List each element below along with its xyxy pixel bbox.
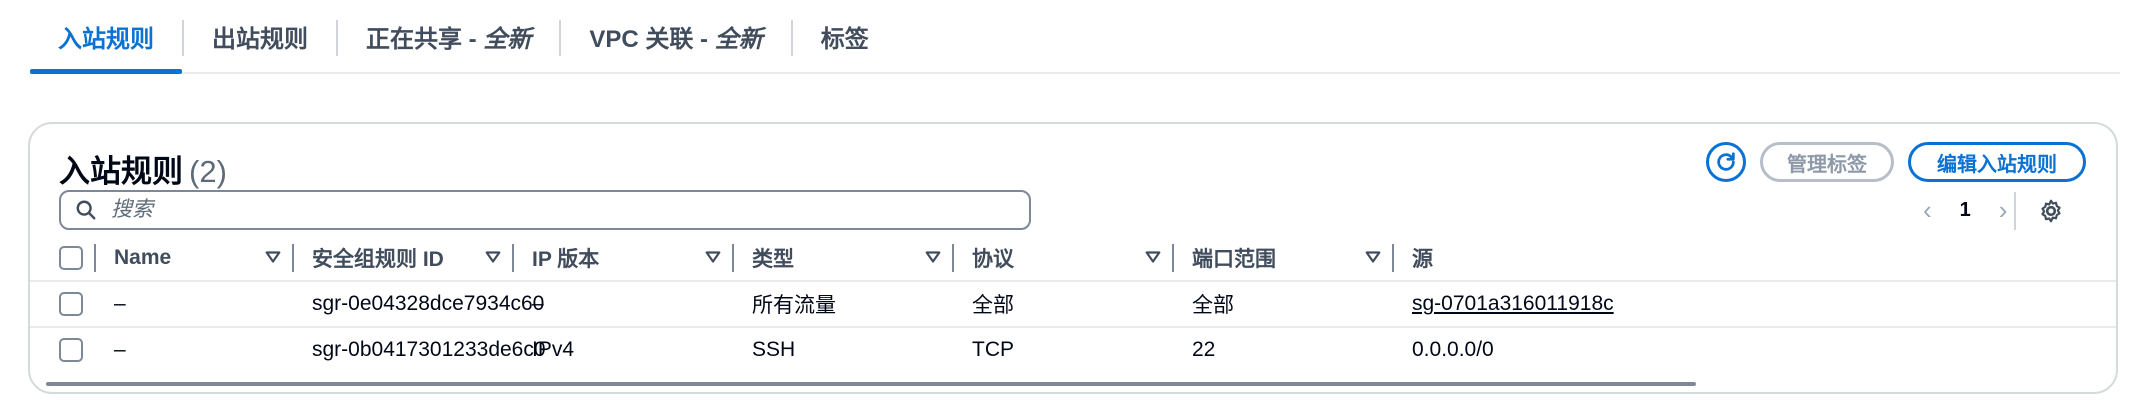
- tab-new-badge: 全新: [714, 25, 763, 53]
- rules-table: Name 安全组规则 ID IP 版本 类型 协议 端口范围 源 – sgr-0…: [30, 236, 2116, 372]
- cell-protocol: 全部: [972, 294, 1014, 317]
- tab-label: 标签: [820, 25, 869, 53]
- next-page-icon[interactable]: ›: [1999, 195, 2008, 226]
- horizontal-scrollbar[interactable]: [46, 382, 1696, 386]
- rule-count: (2): [189, 154, 227, 189]
- edit-inbound-rules-button[interactable]: 编辑入站规则: [1908, 142, 2086, 182]
- column-header-name[interactable]: Name: [114, 236, 171, 280]
- current-page[interactable]: 1: [1960, 199, 1971, 222]
- search-input[interactable]: [109, 197, 993, 223]
- cell-protocol: TCP: [972, 338, 1014, 361]
- sort-icon[interactable]: [1144, 248, 1162, 266]
- column-divider[interactable]: [732, 244, 734, 272]
- refresh-button[interactable]: [1706, 142, 1746, 182]
- column-header-ip-version[interactable]: IP 版本: [532, 236, 599, 280]
- edit-inbound-rules-label: 编辑入站规则: [1937, 153, 2057, 176]
- cell-name: –: [114, 292, 126, 315]
- tab-inbound-rules[interactable]: 入站规则: [30, 0, 182, 74]
- table-row[interactable]: – sgr-0b0417301233de6c0 IPv4 SSH TCP 22 …: [30, 328, 2116, 372]
- column-header-type[interactable]: 类型: [752, 236, 794, 280]
- tab-label: 出站规则: [212, 25, 308, 53]
- manage-tags-button[interactable]: 管理标签: [1760, 142, 1894, 182]
- cell-source: 0.0.0.0/0: [1412, 338, 1494, 361]
- cell-rule-id: sgr-0e04328dce7934c60: [312, 292, 545, 315]
- column-divider[interactable]: [292, 244, 294, 272]
- sort-icon[interactable]: [484, 248, 502, 266]
- sort-icon[interactable]: [704, 248, 722, 266]
- tab-outbound-rules[interactable]: 出站规则: [184, 0, 336, 72]
- cell-type: SSH: [752, 338, 796, 361]
- refresh-icon: [1717, 152, 1735, 171]
- inbound-rules-panel: 入站规则(2) 管理标签 编辑入站规则 ‹ 1 › Name: [28, 122, 2118, 394]
- cell-port-range: 全部: [1192, 294, 1234, 317]
- search-box: [59, 190, 1031, 230]
- column-divider[interactable]: [1172, 244, 1174, 272]
- column-divider[interactable]: [512, 244, 514, 272]
- panel-title: 入站规则 (2): [59, 146, 227, 191]
- panel-title-text: 入站规则: [59, 154, 183, 189]
- tab-sharing[interactable]: 正在共享 - 全新: [338, 0, 559, 72]
- row-checkbox[interactable]: [59, 292, 83, 316]
- cell-name: –: [114, 338, 126, 361]
- column-divider: [94, 244, 96, 272]
- column-divider[interactable]: [952, 244, 954, 272]
- tab-vpc-associations[interactable]: VPC 关联 - 全新: [561, 0, 790, 72]
- table-header-row: Name 安全组规则 ID IP 版本 类型 协议 端口范围 源: [30, 236, 2116, 282]
- manage-tags-label: 管理标签: [1787, 153, 1867, 176]
- cell-type: 所有流量: [752, 294, 836, 317]
- sort-icon[interactable]: [264, 248, 282, 266]
- row-checkbox[interactable]: [59, 338, 83, 362]
- sort-icon[interactable]: [924, 248, 942, 266]
- select-all-checkbox[interactable]: [59, 246, 83, 270]
- search-icon: [76, 200, 96, 220]
- previous-page-icon[interactable]: ‹: [1923, 195, 1932, 226]
- column-header-port-range[interactable]: 端口范围: [1192, 236, 1276, 280]
- sort-icon[interactable]: [1364, 248, 1382, 266]
- cell-rule-id: sgr-0b0417301233de6c0: [312, 338, 546, 361]
- cell-ip-version: IPv4: [532, 338, 575, 361]
- cell-ip-version: –: [532, 292, 544, 315]
- column-header-rule-id[interactable]: 安全组规则 ID: [312, 236, 444, 280]
- tab-label: 入站规则: [58, 25, 154, 53]
- pager-divider: [2014, 192, 2016, 230]
- tab-new-badge: 全新: [483, 25, 532, 53]
- column-header-protocol[interactable]: 协议: [972, 236, 1014, 280]
- tab-tags[interactable]: 标签: [793, 0, 897, 72]
- column-header-source[interactable]: 源: [1412, 236, 1433, 280]
- table-row[interactable]: – sgr-0e04328dce7934c60 – 所有流量 全部 全部 sg-…: [30, 282, 2116, 328]
- cell-source-link[interactable]: sg-0701a316011918c: [1412, 282, 1614, 326]
- column-divider[interactable]: [1392, 244, 1394, 272]
- pagination: ‹ 1 ›: [1923, 190, 2007, 230]
- tab-label: 正在共享 -: [366, 25, 477, 53]
- settings-gear-icon[interactable]: [2038, 198, 2064, 224]
- tab-bar: 入站规则 出站规则 正在共享 - 全新 VPC 关联 - 全新 标签: [30, 0, 2120, 74]
- tab-label: VPC 关联 -: [589, 25, 709, 53]
- cell-port-range: 22: [1192, 338, 1216, 361]
